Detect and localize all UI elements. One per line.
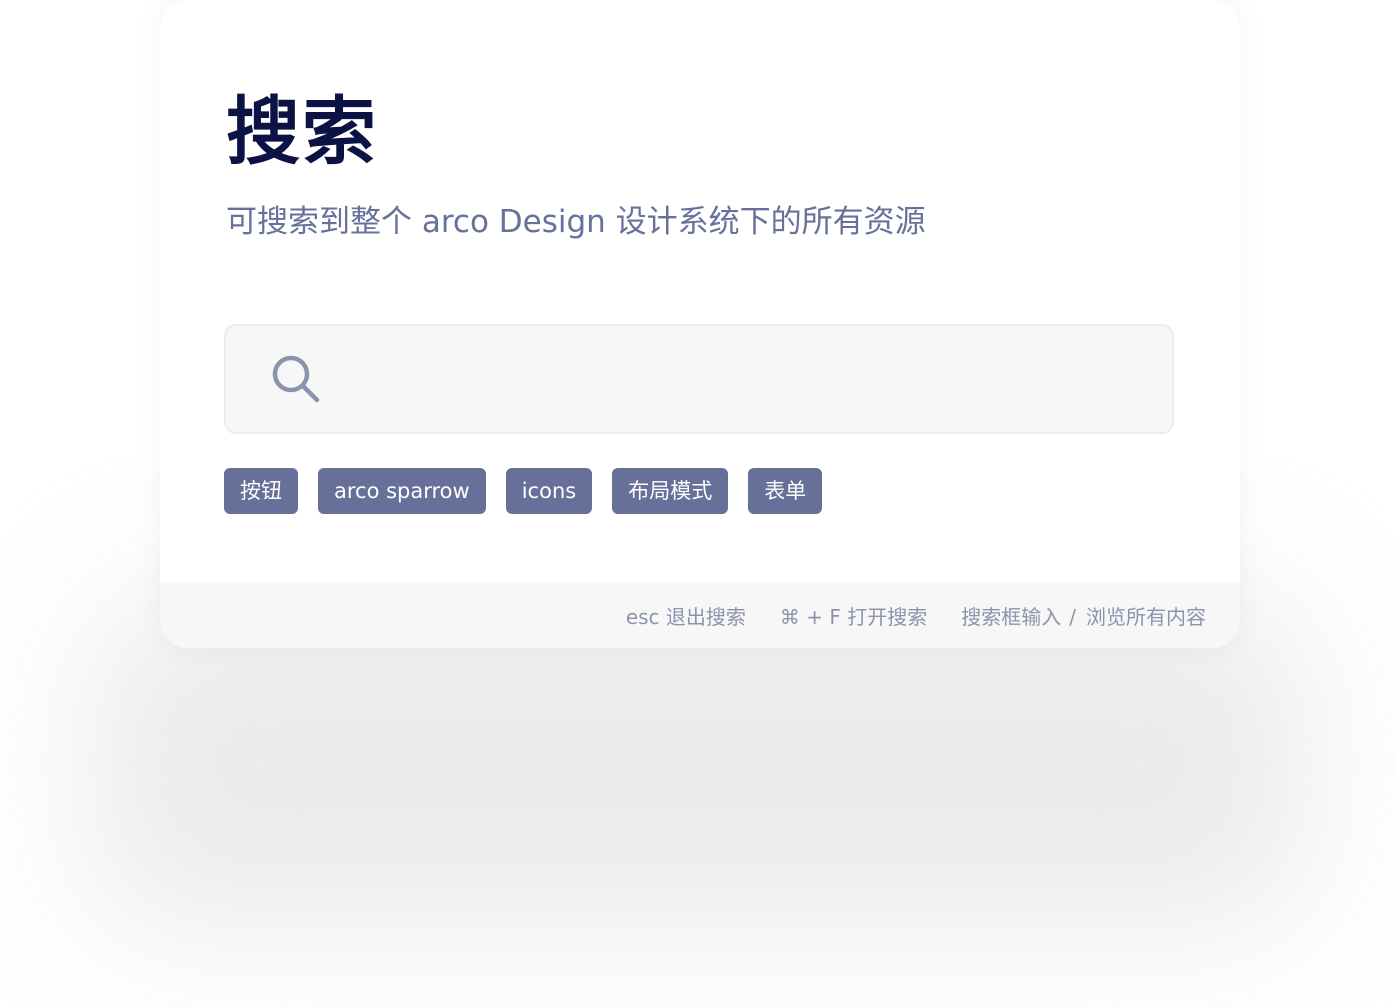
hint-action: 打开搜索 — [847, 604, 928, 629]
hint-key: 搜索框输入 — [961, 604, 1062, 629]
hint-browse: 搜索框输入 / 浏览所有内容 — [961, 601, 1206, 630]
page-title: 搜索 — [226, 89, 378, 175]
suggested-tags: 按钮 arco sparrow icons 布局模式 表单 — [224, 468, 823, 514]
hint-key: ⌘ + F — [779, 604, 841, 629]
hint-action: 退出搜索 — [665, 604, 746, 629]
hint-key: esc — [625, 604, 660, 629]
tag-icons[interactable]: icons — [505, 468, 593, 514]
shortcut-footer: esc 退出搜索 ⌘ + F 打开搜索 搜索框输入 / 浏览所有内容 — [160, 582, 1240, 648]
card-shadow — [90, 600, 1310, 930]
tag-form[interactable]: 表单 — [748, 468, 823, 514]
search-box[interactable] — [224, 324, 1174, 434]
hint-exit: esc 退出搜索 — [626, 601, 746, 630]
hint-action: 浏览所有内容 — [1086, 604, 1206, 629]
page-subtitle: 可搜索到整个 arco Design 设计系统下的所有资源 — [226, 204, 926, 240]
tag-layout-mode[interactable]: 布局模式 — [612, 468, 729, 514]
tag-arco-sparrow[interactable]: arco sparrow — [318, 468, 486, 514]
search-icon — [270, 353, 322, 405]
hint-open: ⌘ + F 打开搜索 — [780, 601, 927, 630]
hint-separator: / — [1069, 604, 1076, 629]
search-input[interactable] — [322, 326, 1172, 432]
search-dialog: 搜索 可搜索到整个 arco Design 设计系统下的所有资源 按钮 arco… — [160, 0, 1240, 648]
stage: 搜索 可搜索到整个 arco Design 设计系统下的所有资源 按钮 arco… — [0, 0, 1400, 1008]
tag-button[interactable]: 按钮 — [224, 468, 298, 514]
